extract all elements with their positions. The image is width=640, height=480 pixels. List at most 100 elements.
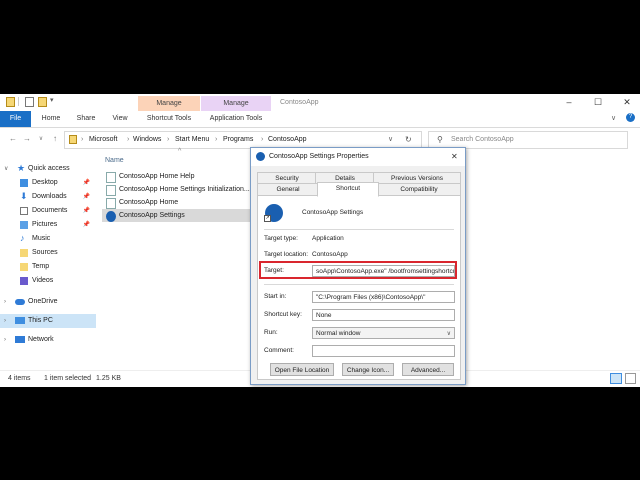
qat-dropdown-icon[interactable]: ▾ [50, 96, 54, 104]
chevron-right-icon[interactable]: › [4, 333, 6, 347]
chevron-right-icon: › [261, 136, 264, 143]
refresh-icon[interactable]: ↻ [405, 132, 412, 148]
nav-network[interactable]: › Network [0, 333, 96, 347]
nav-item-videos[interactable]: Videos [0, 274, 96, 288]
network-icon [15, 336, 25, 343]
ribbon-expand-icon[interactable]: ∨ [611, 114, 616, 122]
properties-dialog: ContosoApp Settings Properties ✕ Securit… [250, 147, 466, 385]
nav-item-pictures[interactable]: Pictures 📌 [0, 218, 96, 232]
new-folder-icon[interactable] [38, 97, 47, 107]
ctx-tab-manage-application[interactable]: Manage [201, 96, 271, 111]
help-icon[interactable]: ? [626, 113, 635, 122]
tab-file[interactable]: File [0, 111, 31, 127]
nav-label: Quick access [28, 165, 70, 172]
shortcut-icon: ↗ [264, 203, 284, 223]
nav-item-desktop[interactable]: Desktop 📌 [0, 176, 96, 190]
nav-item-documents[interactable]: Documents 📌 [0, 204, 96, 218]
divider [264, 229, 454, 230]
nav-label: Desktop [32, 179, 58, 186]
up-icon[interactable]: ↑ [50, 133, 60, 145]
divider [18, 97, 19, 106]
nav-label: Music [32, 235, 51, 242]
nav-label: Sources [32, 249, 58, 256]
file-name: ContosoApp Settings [119, 212, 185, 219]
breadcrumb-programs[interactable]: Programs [223, 132, 253, 148]
chevron-right-icon: › [167, 136, 170, 143]
desktop-icon [20, 179, 28, 187]
nav-this-pc[interactable]: › This PC [0, 314, 96, 328]
tab-view[interactable]: View [108, 111, 132, 127]
tab-application-tools[interactable]: Application Tools [201, 111, 271, 127]
contosoapp-icon [256, 152, 265, 161]
breadcrumb-start-menu[interactable]: Start Menu [175, 132, 209, 148]
nav-label: Documents [32, 207, 68, 214]
nav-quick-access[interactable]: ∨ ★ Quick access [0, 162, 96, 176]
nav-item-downloads[interactable]: ⬇ Downloads 📌 [0, 190, 96, 204]
tab-home[interactable]: Home [38, 111, 64, 127]
large-icons-view-icon[interactable] [625, 373, 636, 384]
breadcrumb-microsoft[interactable]: Microsoft [89, 132, 117, 148]
item-count: 4 items [8, 375, 31, 382]
change-icon-button[interactable]: Change Icon... [342, 363, 394, 376]
address-dropdown-icon[interactable]: ∨ [388, 132, 393, 148]
target-type-label: Target type: [264, 235, 298, 242]
target-location-value: ContosoApp [312, 251, 348, 258]
settings-file-icon [106, 185, 116, 196]
ctx-tab-manage-shortcut[interactable]: Manage [138, 96, 200, 111]
chevron-right-icon[interactable]: › [4, 314, 6, 328]
nav-onedrive[interactable]: › OneDrive [0, 295, 96, 309]
chevron-down-icon: ∨ [446, 331, 451, 337]
nav-label: This PC [28, 317, 53, 324]
chevron-right-icon: › [127, 136, 130, 143]
list-item[interactable]: ContosoApp Settings [102, 209, 252, 222]
run-label: Run: [264, 329, 278, 336]
recent-dropdown-icon[interactable]: ∨ [36, 133, 46, 145]
open-file-location-button[interactable]: Open File Location [270, 363, 334, 376]
document-icon [20, 207, 28, 215]
nav-label: Network [28, 336, 54, 343]
dialog-title: ContosoApp Settings Properties [269, 153, 369, 160]
nav-item-temp[interactable]: Temp [0, 260, 96, 274]
nav-label: Downloads [32, 193, 67, 200]
ribbon-tabs: File Home Share View Shortcut Tools Appl… [0, 111, 640, 128]
nav-item-sources[interactable]: Sources [0, 246, 96, 260]
tab-share[interactable]: Share [72, 111, 100, 127]
comment-field[interactable] [312, 345, 455, 357]
selection-count: 1 item selected [44, 375, 92, 382]
navigation-pane: ∨ ★ Quick access Desktop 📌 ⬇ Downloads 📌… [0, 150, 96, 368]
window-title: ContosoApp [280, 99, 319, 106]
tab-shortcut-tools[interactable]: Shortcut Tools [138, 111, 200, 127]
shortcut-key-field[interactable]: None [312, 309, 455, 321]
column-header-name[interactable]: Name [105, 154, 124, 167]
properties-icon[interactable] [25, 97, 34, 107]
maximize-icon[interactable]: ☐ [586, 94, 610, 111]
title-bar: ▾ Manage Manage ContosoApp – ☐ ✕ [0, 94, 640, 111]
comment-label: Comment: [264, 347, 294, 354]
back-icon[interactable]: ← [8, 133, 18, 145]
minimize-icon[interactable]: – [557, 94, 581, 111]
tab-shortcut[interactable]: Shortcut [317, 182, 379, 197]
help-file-icon [106, 172, 116, 183]
target-type-value: Application [312, 235, 344, 242]
advanced-button[interactable]: Advanced... [402, 363, 454, 376]
pin-icon: 📌 [82, 194, 90, 200]
folder-icon [69, 135, 77, 144]
forward-icon[interactable]: → [22, 133, 32, 145]
close-icon[interactable]: ✕ [615, 94, 639, 111]
list-item[interactable]: ContosoApp Home Help [102, 170, 252, 183]
run-select[interactable]: Normal window ∨ [312, 327, 455, 339]
nav-item-music[interactable]: ♪ Music [0, 232, 96, 246]
chevron-down-icon[interactable]: ∨ [4, 162, 8, 176]
target-highlight [259, 261, 457, 279]
chevron-right-icon[interactable]: › [4, 295, 6, 309]
details-view-icon[interactable] [610, 373, 622, 384]
start-in-field[interactable]: "C:\Program Files (x86)\ContosoApp\" [312, 291, 455, 303]
list-item[interactable]: ContosoApp Home Settings Initialization.… [102, 183, 252, 196]
selection-size: 1.25 KB [96, 375, 121, 382]
breadcrumb-contosoapp[interactable]: ContosoApp [268, 132, 307, 148]
start-in-label: Start in: [264, 293, 287, 300]
breadcrumb-windows[interactable]: Windows [133, 132, 161, 148]
close-icon[interactable]: ✕ [451, 148, 458, 166]
list-item[interactable]: ContosoApp Home [102, 196, 252, 209]
run-value: Normal window [316, 330, 361, 337]
